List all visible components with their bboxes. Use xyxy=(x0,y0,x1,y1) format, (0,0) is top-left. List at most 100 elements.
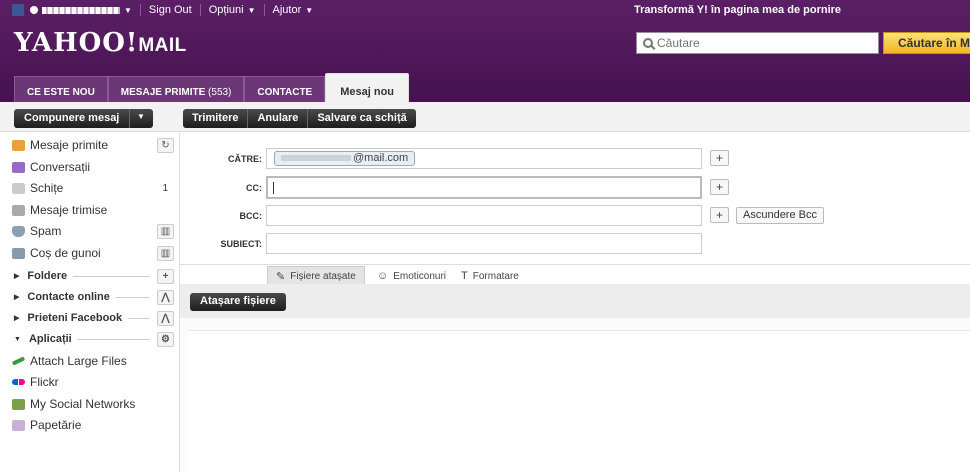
sidebar-item-label: Mesaje trimise xyxy=(30,203,108,217)
sidebar-item-label: Papetărie xyxy=(30,418,82,432)
sidebar-item-conversations[interactable]: Conversații xyxy=(12,157,176,177)
subtab-label: Formatare xyxy=(472,270,519,282)
yahoo-mail-logo[interactable]: YAHOO!MAIL xyxy=(14,28,187,58)
username-redacted xyxy=(42,6,120,14)
sidebar-item-spam[interactable]: Spam ▥ xyxy=(12,221,176,241)
add-folder-icon[interactable]: + xyxy=(157,268,174,284)
drafts-count: 1 xyxy=(162,182,168,194)
tab-label: CE ESTE NOU xyxy=(27,87,95,98)
expand-icon: ▶ xyxy=(14,294,20,301)
divider xyxy=(128,317,150,319)
sign-out-link[interactable]: Sign Out xyxy=(139,4,200,16)
formatting-icon: T xyxy=(461,270,468,282)
options-label: Opțiuni xyxy=(208,4,244,16)
tab-inbox[interactable]: MESAJE PRIMITE (553) xyxy=(107,76,245,105)
bcc-label: BCC: xyxy=(239,211,263,221)
facebook-icon xyxy=(12,4,24,16)
options-menu[interactable]: Opțiuni ▼ xyxy=(199,4,264,16)
tab-new-message[interactable]: Mesaj nou xyxy=(325,73,410,105)
sidebar-app-my-social-networks[interactable]: My Social Networks xyxy=(12,394,176,414)
search-button[interactable]: Căutare în M xyxy=(883,32,970,54)
recipient-token[interactable]: @mail.com xyxy=(274,151,416,166)
online-status-icon[interactable]: ⋀ xyxy=(157,289,174,305)
sidebar-item-drafts[interactable]: Schițe 1 xyxy=(12,178,176,198)
tab-emoticons[interactable]: ☺ Emoticonuri xyxy=(369,266,454,286)
sidebar-app-stationery[interactable]: Papetărie xyxy=(12,415,176,435)
compose-button[interactable]: Compunere mesaj ▼ xyxy=(14,109,153,128)
attach-files-button[interactable]: Atașare fișiere xyxy=(190,293,286,311)
save-draft-button[interactable]: Salvare ca schiță xyxy=(307,109,415,128)
smiley-icon: ☺ xyxy=(377,270,389,282)
subtab-label: Fișiere atașate xyxy=(290,271,356,282)
divider xyxy=(73,275,150,277)
search-field[interactable] xyxy=(636,32,879,54)
compose-label: Compunere mesaj xyxy=(14,109,130,128)
sidebar-item-trash[interactable]: Coș de gunoi ▥ xyxy=(12,243,176,263)
section-label: Contacte online xyxy=(27,291,110,303)
to-label: CĂTRE: xyxy=(228,154,262,164)
help-label: Ajutor xyxy=(272,4,302,16)
compose-subtabs: ✎ Fișiere atașate ☺ Emoticonuri T Formatare xyxy=(180,264,970,286)
sidebar-section-facebook-friends[interactable]: ▶ Prieteni Facebook ⋀ xyxy=(14,308,176,328)
text-cursor xyxy=(273,182,274,194)
paperclip-icon: ✎ xyxy=(276,271,286,283)
sidebar-item-sent[interactable]: Mesaje trimise xyxy=(12,200,176,220)
status-icon xyxy=(30,6,38,14)
tab-attachments[interactable]: ✎ Fișiere atașate xyxy=(267,266,365,286)
hide-bcc-button[interactable]: Ascundere Bcc xyxy=(736,207,824,224)
tab-contacts[interactable]: CONTACTE xyxy=(244,76,326,105)
sidebar-section-online-contacts[interactable]: ▶ Contacte online ⋀ xyxy=(14,287,176,307)
conversations-icon xyxy=(12,161,25,173)
tab-formatting[interactable]: T Formatare xyxy=(453,266,527,286)
gear-icon[interactable]: ⚙ xyxy=(157,331,174,347)
chevron-down-icon[interactable]: ▼ xyxy=(130,109,152,128)
chevron-down-icon: ▼ xyxy=(124,5,132,15)
add-to-button[interactable]: + xyxy=(710,150,729,166)
search-input[interactable] xyxy=(657,36,867,50)
trash-icon xyxy=(12,247,25,259)
subject-field[interactable] xyxy=(266,233,702,254)
sidebar-item-label: My Social Networks xyxy=(30,397,136,411)
help-menu[interactable]: Ajutor ▼ xyxy=(263,4,322,16)
sidebar-app-attach-large-files[interactable]: Attach Large Files xyxy=(11,351,176,371)
main-tabs: CE ESTE NOU MESAJE PRIMITE (553) CONTACT… xyxy=(14,73,410,105)
sidebar-section-apps[interactable]: ▼ Aplicații ⚙ xyxy=(14,329,176,349)
sidebar-item-inbox[interactable]: Mesaje primite ↻ xyxy=(12,135,176,155)
to-field[interactable]: @mail.com xyxy=(266,148,702,169)
recipient-redacted xyxy=(281,155,351,162)
add-cc-button[interactable]: + xyxy=(710,179,729,195)
unread-count: (553) xyxy=(208,87,232,98)
subject-label: SUBIECT: xyxy=(220,239,262,249)
send-button[interactable]: Trimitere xyxy=(183,109,247,128)
empty-spam-icon[interactable]: ▥ xyxy=(157,223,174,239)
online-status-icon[interactable]: ⋀ xyxy=(157,310,174,326)
section-label: Prieteni Facebook xyxy=(27,312,123,324)
refresh-icon[interactable]: ↻ xyxy=(157,137,174,153)
homepage-promo-link[interactable]: Transformă Y! în pagina mea de pornire xyxy=(634,4,841,16)
user-menu[interactable]: ▼ xyxy=(0,4,140,16)
sent-icon xyxy=(12,204,25,216)
tab-whats-new[interactable]: CE ESTE NOU xyxy=(14,76,108,105)
message-body-editor[interactable] xyxy=(188,330,970,472)
logo-brand: YAHOO! xyxy=(14,28,139,58)
stationery-icon xyxy=(12,419,25,431)
paperclip-icon xyxy=(11,356,26,366)
cc-field[interactable] xyxy=(266,176,702,199)
recipient-domain: @mail.com xyxy=(353,152,409,164)
chevron-down-icon: ▼ xyxy=(247,5,256,15)
tab-label: CONTACTE xyxy=(257,87,313,98)
expand-icon: ▶ xyxy=(14,273,20,280)
search-icon xyxy=(643,38,653,48)
empty-trash-icon[interactable]: ▥ xyxy=(157,245,174,261)
add-bcc-button[interactable]: + xyxy=(710,207,729,223)
expand-icon: ▶ xyxy=(14,315,20,322)
section-label: Aplicații xyxy=(28,333,72,345)
cancel-button[interactable]: Anulare xyxy=(247,109,307,128)
section-label: Foldere xyxy=(27,270,68,282)
message-actions: Trimitere Anulare Salvare ca schiță xyxy=(183,109,416,128)
sidebar-section-folders[interactable]: ▶ Foldere + xyxy=(14,266,176,286)
sidebar-app-flickr[interactable]: Flickr xyxy=(12,372,176,392)
tab-label: Mesaj nou xyxy=(340,86,395,98)
subtab-label: Emoticonuri xyxy=(393,270,447,282)
bcc-field[interactable] xyxy=(266,205,702,226)
